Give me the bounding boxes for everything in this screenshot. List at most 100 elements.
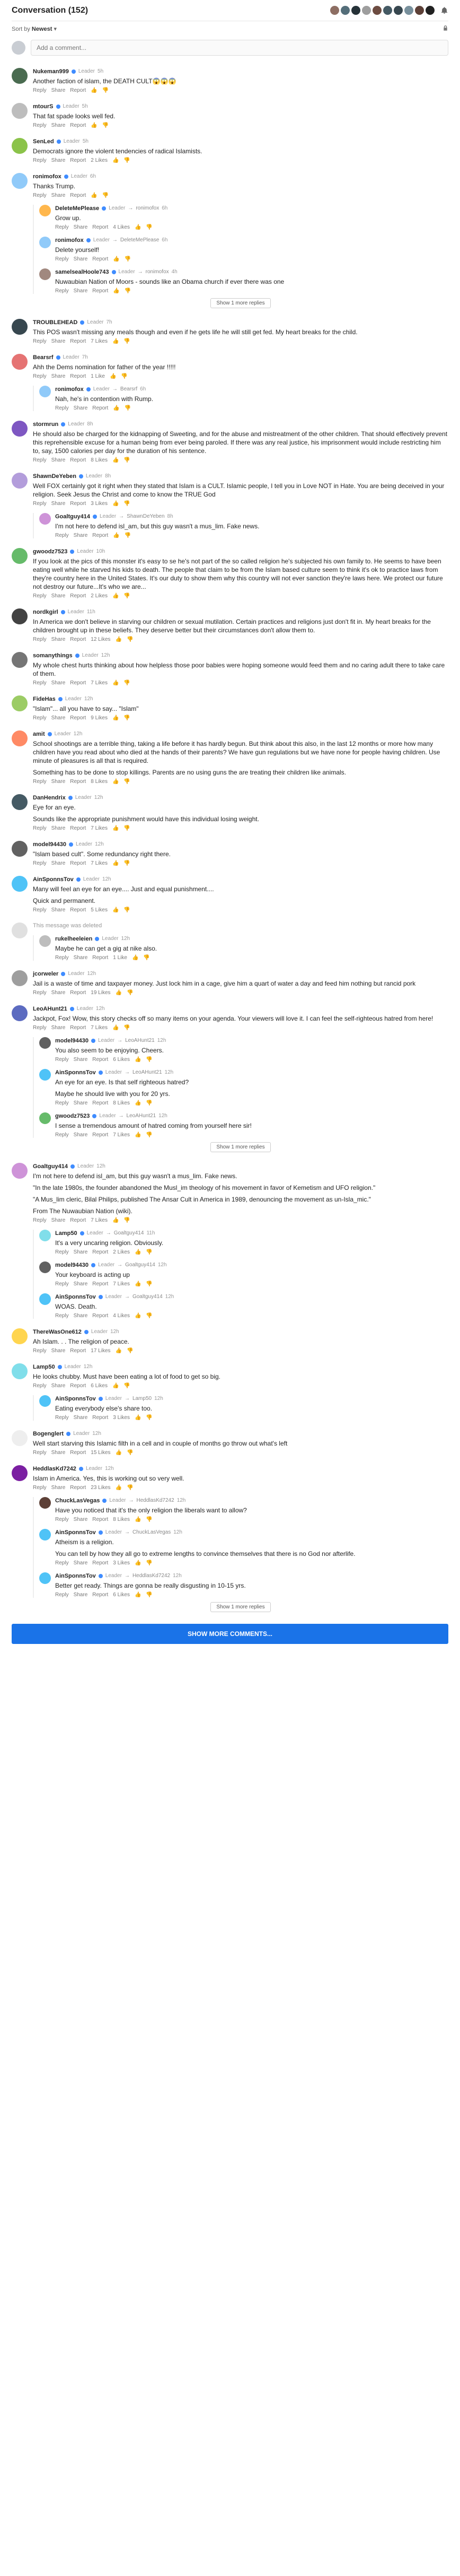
thumbs-down-icon[interactable]: 👎 (123, 779, 130, 785)
thumbs-down-icon[interactable]: 👎 (123, 1383, 130, 1389)
reply-to-username[interactable]: Goaltguy414 (132, 1293, 163, 1301)
report-button[interactable]: Report (70, 1450, 86, 1456)
thumbs-down-icon[interactable]: 👎 (127, 990, 133, 996)
thumbs-up-icon[interactable]: 👍 (135, 1517, 141, 1522)
share-button[interactable]: Share (51, 457, 66, 463)
share-button[interactable]: Share (51, 1217, 66, 1223)
avatar[interactable] (12, 473, 28, 489)
thumbs-up-icon[interactable]: 👍 (112, 907, 119, 913)
report-button[interactable]: Report (70, 715, 86, 721)
username[interactable]: rukelheeleien (55, 935, 92, 943)
share-button[interactable]: Share (51, 825, 66, 831)
thumbs-down-icon[interactable]: 👎 (146, 1415, 152, 1421)
online-user-avatar[interactable] (394, 6, 403, 15)
username[interactable]: amit (33, 730, 45, 738)
share-button[interactable]: Share (51, 193, 66, 198)
reply-button[interactable]: Reply (55, 1281, 69, 1287)
username[interactable]: model94430 (55, 1037, 89, 1045)
share-button[interactable]: Share (74, 533, 88, 538)
share-button[interactable]: Share (51, 637, 66, 642)
show-more-replies-button[interactable]: Show 1 more replies (210, 298, 271, 308)
report-button[interactable]: Report (92, 533, 108, 538)
thumbs-up-icon[interactable]: 👍 (110, 373, 116, 379)
thumbs-up-icon[interactable]: 👍 (113, 256, 119, 262)
share-button[interactable]: Share (74, 405, 88, 411)
thumbs-down-icon[interactable]: 👎 (125, 256, 131, 262)
avatar[interactable] (12, 695, 28, 711)
report-button[interactable]: Report (70, 158, 86, 163)
thumbs-up-icon[interactable]: 👍 (91, 88, 97, 93)
thumbs-up-icon[interactable]: 👍 (113, 405, 119, 411)
thumbs-down-icon[interactable]: 👎 (125, 405, 131, 411)
thumbs-down-icon[interactable]: 👎 (125, 533, 131, 538)
online-user-avatar[interactable] (426, 6, 435, 15)
online-user-avatar[interactable] (383, 6, 392, 15)
username[interactable]: ShawnDeYeben (33, 473, 76, 480)
report-button[interactable]: Report (92, 224, 108, 230)
reply-button[interactable]: Reply (33, 593, 47, 599)
share-button[interactable]: Share (51, 680, 66, 686)
share-button[interactable]: Share (74, 256, 88, 262)
report-button[interactable]: Report (70, 860, 86, 866)
report-button[interactable]: Report (70, 501, 86, 507)
avatar[interactable] (12, 970, 28, 986)
reply-button[interactable]: Reply (55, 1592, 69, 1598)
thumbs-up-icon[interactable]: 👍 (112, 860, 119, 866)
thumbs-down-icon[interactable]: 👎 (123, 338, 130, 344)
reply-button[interactable]: Reply (55, 1560, 69, 1566)
thumbs-up-icon[interactable]: 👍 (116, 1485, 122, 1491)
report-button[interactable]: Report (70, 637, 86, 642)
reply-button[interactable]: Reply (33, 990, 47, 996)
report-button[interactable]: Report (92, 288, 108, 294)
username[interactable]: samelsealHoole743 (55, 268, 109, 276)
thumbs-up-icon[interactable]: 👍 (135, 1560, 141, 1566)
avatar[interactable] (12, 794, 28, 810)
username[interactable]: FideHas (33, 695, 56, 703)
share-button[interactable]: Share (51, 860, 66, 866)
share-button[interactable]: Share (51, 501, 66, 507)
report-button[interactable]: Report (70, 779, 86, 785)
show-more-replies-button[interactable]: Show 1 more replies (210, 1602, 271, 1612)
report-button[interactable]: Report (92, 1313, 108, 1319)
thumbs-up-icon[interactable]: 👍 (135, 1100, 141, 1106)
reply-to-username[interactable]: LeoAHunt21 (132, 1069, 162, 1076)
thumbs-down-icon[interactable]: 👎 (146, 1132, 152, 1138)
report-button[interactable]: Report (70, 1217, 86, 1223)
share-button[interactable]: Share (74, 1132, 88, 1138)
thumbs-down-icon[interactable]: 👎 (102, 88, 109, 93)
share-button[interactable]: Share (74, 1057, 88, 1063)
avatar[interactable] (39, 1112, 51, 1124)
reply-to-username[interactable]: DeleteMePlease (120, 237, 159, 244)
reply-to-username[interactable]: Goaltguy414 (114, 1230, 144, 1237)
show-more-replies-button[interactable]: Show 1 more replies (210, 1142, 271, 1152)
reply-button[interactable]: Reply (33, 907, 47, 913)
reply-button[interactable]: Reply (55, 288, 69, 294)
avatar[interactable] (39, 268, 51, 280)
report-button[interactable]: Report (92, 1100, 108, 1106)
thumbs-up-icon[interactable]: 👍 (91, 123, 97, 128)
thumbs-down-icon[interactable]: 👎 (123, 860, 130, 866)
reply-button[interactable]: Reply (33, 1450, 47, 1456)
avatar[interactable] (39, 1529, 51, 1541)
username[interactable]: ronimofox (55, 237, 84, 244)
online-user-avatar[interactable] (341, 6, 350, 15)
username[interactable]: AinSponnsTov (55, 1293, 96, 1301)
avatar[interactable] (12, 68, 28, 84)
thumbs-down-icon[interactable]: 👎 (146, 1560, 152, 1566)
thumbs-down-icon[interactable]: 👎 (146, 1313, 152, 1319)
share-button[interactable]: Share (74, 1592, 88, 1598)
thumbs-down-icon[interactable]: 👎 (102, 193, 109, 198)
share-button[interactable]: Share (51, 88, 66, 93)
thumbs-up-icon[interactable]: 👍 (112, 779, 119, 785)
share-button[interactable]: Share (51, 373, 66, 379)
username[interactable]: Bogenglert (33, 1430, 64, 1438)
thumbs-up-icon[interactable]: 👍 (112, 501, 119, 507)
report-button[interactable]: Report (70, 1025, 86, 1031)
reply-to-username[interactable]: LeoAHunt21 (125, 1037, 155, 1045)
thumbs-down-icon[interactable]: 👎 (123, 501, 130, 507)
thumbs-down-icon[interactable]: 👎 (127, 1450, 133, 1456)
reply-to-username[interactable]: ChuckLasVegas (132, 1529, 171, 1536)
comment-input[interactable] (31, 40, 448, 56)
avatar[interactable] (39, 1572, 51, 1584)
sort-selector[interactable]: Sort by Newest ▾ (12, 25, 57, 32)
